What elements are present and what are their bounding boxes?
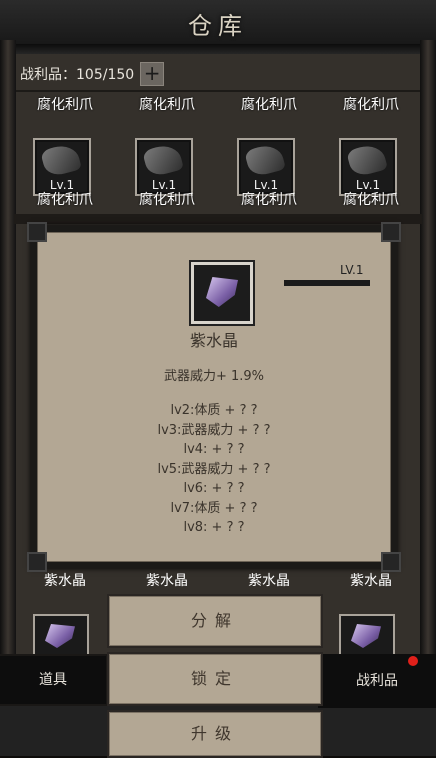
- frame-left: [0, 40, 16, 690]
- tab-loot[interactable]: 战利品: [318, 654, 436, 708]
- amethyst-crystal-icon: [206, 277, 238, 307]
- item-slot[interactable]: Lv.1: [135, 138, 193, 196]
- expand-capacity-button[interactable]: +: [140, 62, 165, 86]
- bonus-line: lv8: + ? ?: [183, 520, 245, 535]
- claw-icon: [141, 141, 185, 179]
- item-level: LV.1: [340, 263, 364, 277]
- item-name: 腐化利爪: [37, 97, 93, 113]
- item-detail-popup: LV.1 紫水晶 武器威力+ 1.9% lv2:体质 + ? ? lv3:武器威…: [27, 222, 401, 572]
- item-name: 腐化利爪: [343, 192, 399, 208]
- item-name: 紫水晶: [350, 573, 392, 589]
- item-slot[interactable]: Lv.1: [33, 138, 91, 196]
- claw-icon: [39, 141, 83, 179]
- item-slot[interactable]: [339, 614, 395, 656]
- frame-corner: [381, 222, 401, 242]
- tab-items[interactable]: 道具: [0, 656, 106, 704]
- frame-corner: [381, 552, 401, 572]
- bonus-line: lv4: + ? ?: [183, 442, 245, 457]
- item-name: 腐化利爪: [139, 97, 195, 113]
- item-name: 紫水晶: [146, 573, 188, 589]
- item-icon-frame: [191, 262, 253, 324]
- item-slot[interactable]: Lv.1: [237, 138, 295, 196]
- item-title: 紫水晶: [189, 331, 238, 350]
- item-name-row-1: 腐化利爪 腐化利爪 腐化利爪 腐化利爪: [14, 94, 422, 114]
- claw-icon: [243, 141, 287, 179]
- item-name: 腐化利爪: [37, 192, 93, 208]
- bonus-list: lv2:体质 + ? ? lv3:武器威力 + ? ? lv4: + ? ? l…: [38, 401, 390, 538]
- base-stat: 武器威力+ 1.9%: [163, 369, 265, 384]
- bonus-line: lv5:武器威力 + ? ?: [157, 461, 271, 477]
- bonus-line: lv7:体质 + ? ?: [170, 500, 258, 516]
- item-name: 腐化利爪: [241, 97, 297, 113]
- item-name: 腐化利爪: [241, 192, 297, 208]
- warehouse-screen: 仓库 战利品：105/150 + 腐化利爪 腐化利爪 腐化利爪 腐化利爪 Lv.…: [0, 0, 436, 758]
- item-slot[interactable]: Lv.1: [339, 138, 397, 196]
- loot-capacity: 战利品：105/150 +: [20, 62, 165, 86]
- loot-count-label: 战利品：105/150: [20, 67, 135, 83]
- item-name-row-2: 腐化利爪 腐化利爪 腐化利爪 腐化利爪: [14, 189, 422, 209]
- popup-body: LV.1 紫水晶 武器威力+ 1.9% lv2:体质 + ? ? lv3:武器威…: [37, 232, 391, 562]
- shelf-divider: [14, 214, 422, 224]
- item-slot[interactable]: [33, 614, 89, 656]
- lock-button[interactable]: 锁定: [107, 652, 323, 706]
- item-name: 腐化利爪: [343, 97, 399, 113]
- notification-dot: [408, 656, 418, 666]
- decompose-button[interactable]: 分解: [107, 594, 323, 648]
- frame-corner: [27, 552, 47, 572]
- item-name: 腐化利爪: [139, 192, 195, 208]
- page-title: 仓库: [188, 12, 248, 40]
- upgrade-button[interactable]: 升级: [107, 710, 323, 758]
- item-name: 紫水晶: [248, 573, 290, 589]
- item-name-row-3: 紫水晶 紫水晶 紫水晶 紫水晶: [14, 570, 422, 590]
- bonus-line: lv2:体质 + ? ?: [170, 403, 258, 418]
- frame-corner: [27, 222, 47, 242]
- amethyst-crystal-icon: [351, 624, 381, 648]
- amethyst-crystal-icon: [45, 624, 75, 648]
- bonus-line: lv3:武器威力 + ? ?: [157, 422, 271, 438]
- exp-bar: [284, 280, 370, 286]
- claw-icon: [345, 141, 389, 179]
- frame-right: [420, 40, 436, 690]
- item-name: 紫水晶: [44, 573, 86, 589]
- divider: [16, 90, 420, 92]
- bonus-line: lv6: + ? ?: [183, 481, 245, 496]
